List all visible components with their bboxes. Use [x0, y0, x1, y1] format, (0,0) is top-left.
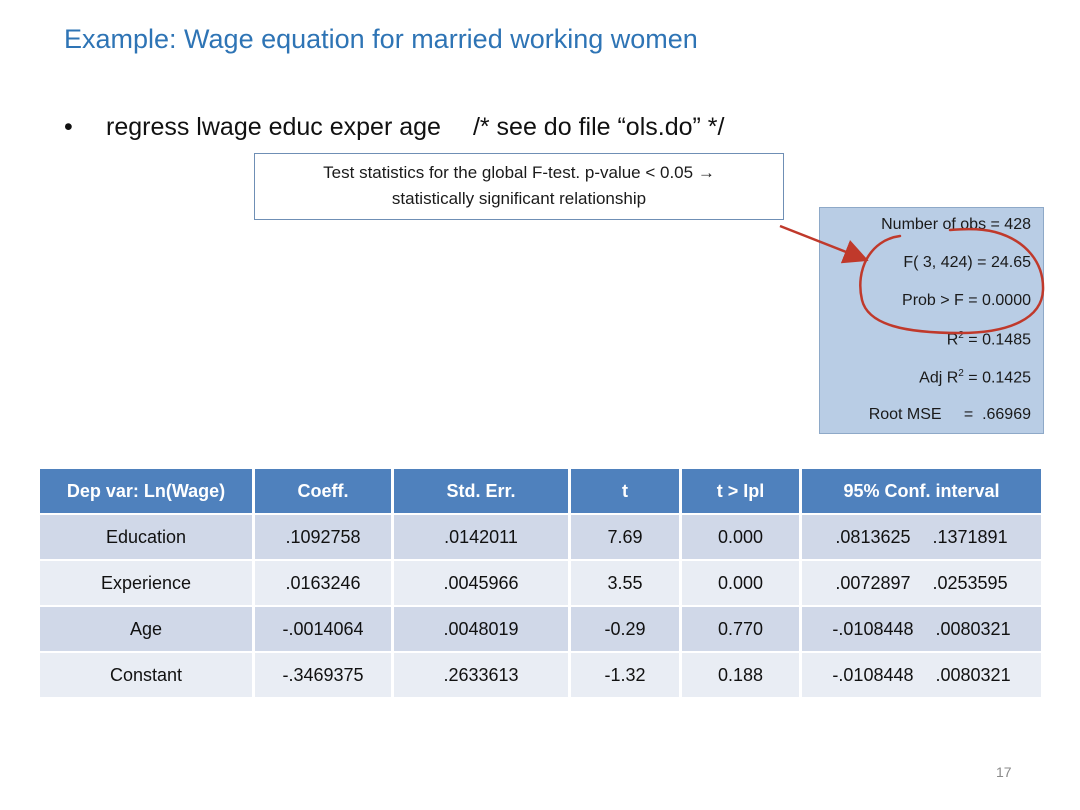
header-depvar: Dep var: Ln(Wage) [40, 469, 252, 513]
callout-line-1: Test statistics for the global F-test. p… [323, 163, 715, 182]
row-conf-interval: .0072897 .0253595 [802, 561, 1041, 605]
row-pvalue: 0.770 [682, 607, 799, 651]
row-pvalue: 0.000 [682, 515, 799, 559]
row-variable: Experience [40, 561, 252, 605]
row-stderr: .0142011 [394, 515, 568, 559]
callout-line-2: statistically significant relationship [391, 189, 647, 208]
adj-r2-value: = 0.1425 [963, 369, 1031, 387]
row-coeff: -.3469375 [255, 653, 391, 697]
ci-lower: -.0108448 [832, 664, 914, 685]
table-row: Experience .0163246 .0045966 3.55 0.000 … [40, 561, 1041, 605]
row-pvalue: 0.188 [682, 653, 799, 697]
header-stderr: Std. Err. [394, 469, 568, 513]
row-t: -1.32 [571, 653, 679, 697]
header-conf-interval: 95% Conf. interval [802, 469, 1041, 513]
table-header-row: Dep var: Ln(Wage) Coeff. Std. Err. t t >… [40, 469, 1041, 513]
row-conf-interval: -.0108448 .0080321 [802, 607, 1041, 651]
row-t: 7.69 [571, 515, 679, 559]
row-conf-interval: .0813625 .1371891 [802, 515, 1041, 559]
regression-stats-box: Number of obs = 428 F( 3, 424) = 24.65 P… [819, 207, 1044, 434]
slide-title: Example: Wage equation for married worki… [64, 24, 698, 54]
row-stderr: .0045966 [394, 561, 568, 605]
row-stderr: .0048019 [394, 607, 568, 651]
stat-f: F( 3, 424) = 24.65 [903, 254, 1031, 271]
stat-nobs: Number of obs = 428 [881, 216, 1031, 233]
stat-r2: R2 = 0.1485 [947, 330, 1031, 349]
ci-lower: .0072897 [835, 572, 911, 593]
stat-prob-f: Prob > F = 0.0000 [902, 292, 1031, 309]
row-stderr: .2633613 [394, 653, 568, 697]
header-t: t [571, 469, 679, 513]
table-row: Education .1092758 .0142011 7.69 0.000 .… [40, 515, 1041, 559]
ci-lower: .0813625 [835, 526, 911, 547]
regression-table: Dep var: Ln(Wage) Coeff. Std. Err. t t >… [37, 467, 1044, 699]
row-coeff: .0163246 [255, 561, 391, 605]
row-variable: Education [40, 515, 252, 559]
ci-lower: -.0108448 [832, 618, 914, 639]
stata-command: regress lwage educ exper age [106, 113, 441, 141]
f-test-callout: Test statistics for the global F-test. p… [254, 153, 784, 220]
row-t: 3.55 [571, 561, 679, 605]
stat-adj-r2: Adj R2 = 0.1425 [919, 368, 1031, 387]
ci-upper: .0080321 [935, 664, 1011, 685]
r2-value: = 0.1485 [963, 331, 1031, 349]
row-coeff: -.0014064 [255, 607, 391, 651]
ci-upper: .0080321 [935, 618, 1011, 639]
table-row: Age -.0014064 .0048019 -0.29 0.770 -.010… [40, 607, 1041, 651]
stata-comment: /* see do file “ols.do” */ [472, 113, 725, 141]
row-variable: Constant [40, 653, 252, 697]
header-coeff: Coeff. [255, 469, 391, 513]
bullet-item: • regress lwage educ exper age /* see do f… [64, 113, 724, 142]
table-row: Constant -.3469375 .2633613 -1.32 0.188 … [40, 653, 1041, 697]
row-t: -0.29 [571, 607, 679, 651]
row-pvalue: 0.000 [682, 561, 799, 605]
row-variable: Age [40, 607, 252, 651]
ci-upper: .0253595 [932, 572, 1008, 593]
stat-root-mse: Root MSE = .66969 [868, 406, 1031, 423]
row-coeff: .1092758 [255, 515, 391, 559]
ci-upper: .1371891 [932, 526, 1008, 547]
row-conf-interval: -.0108448 .0080321 [802, 653, 1041, 697]
bullet-symbol: • [64, 113, 73, 141]
adj-r2-label: Adj R [919, 369, 959, 387]
page-number: 17 [996, 764, 1012, 780]
header-pvalue: t > Ipl [682, 469, 799, 513]
r2-label: R [946, 331, 959, 349]
